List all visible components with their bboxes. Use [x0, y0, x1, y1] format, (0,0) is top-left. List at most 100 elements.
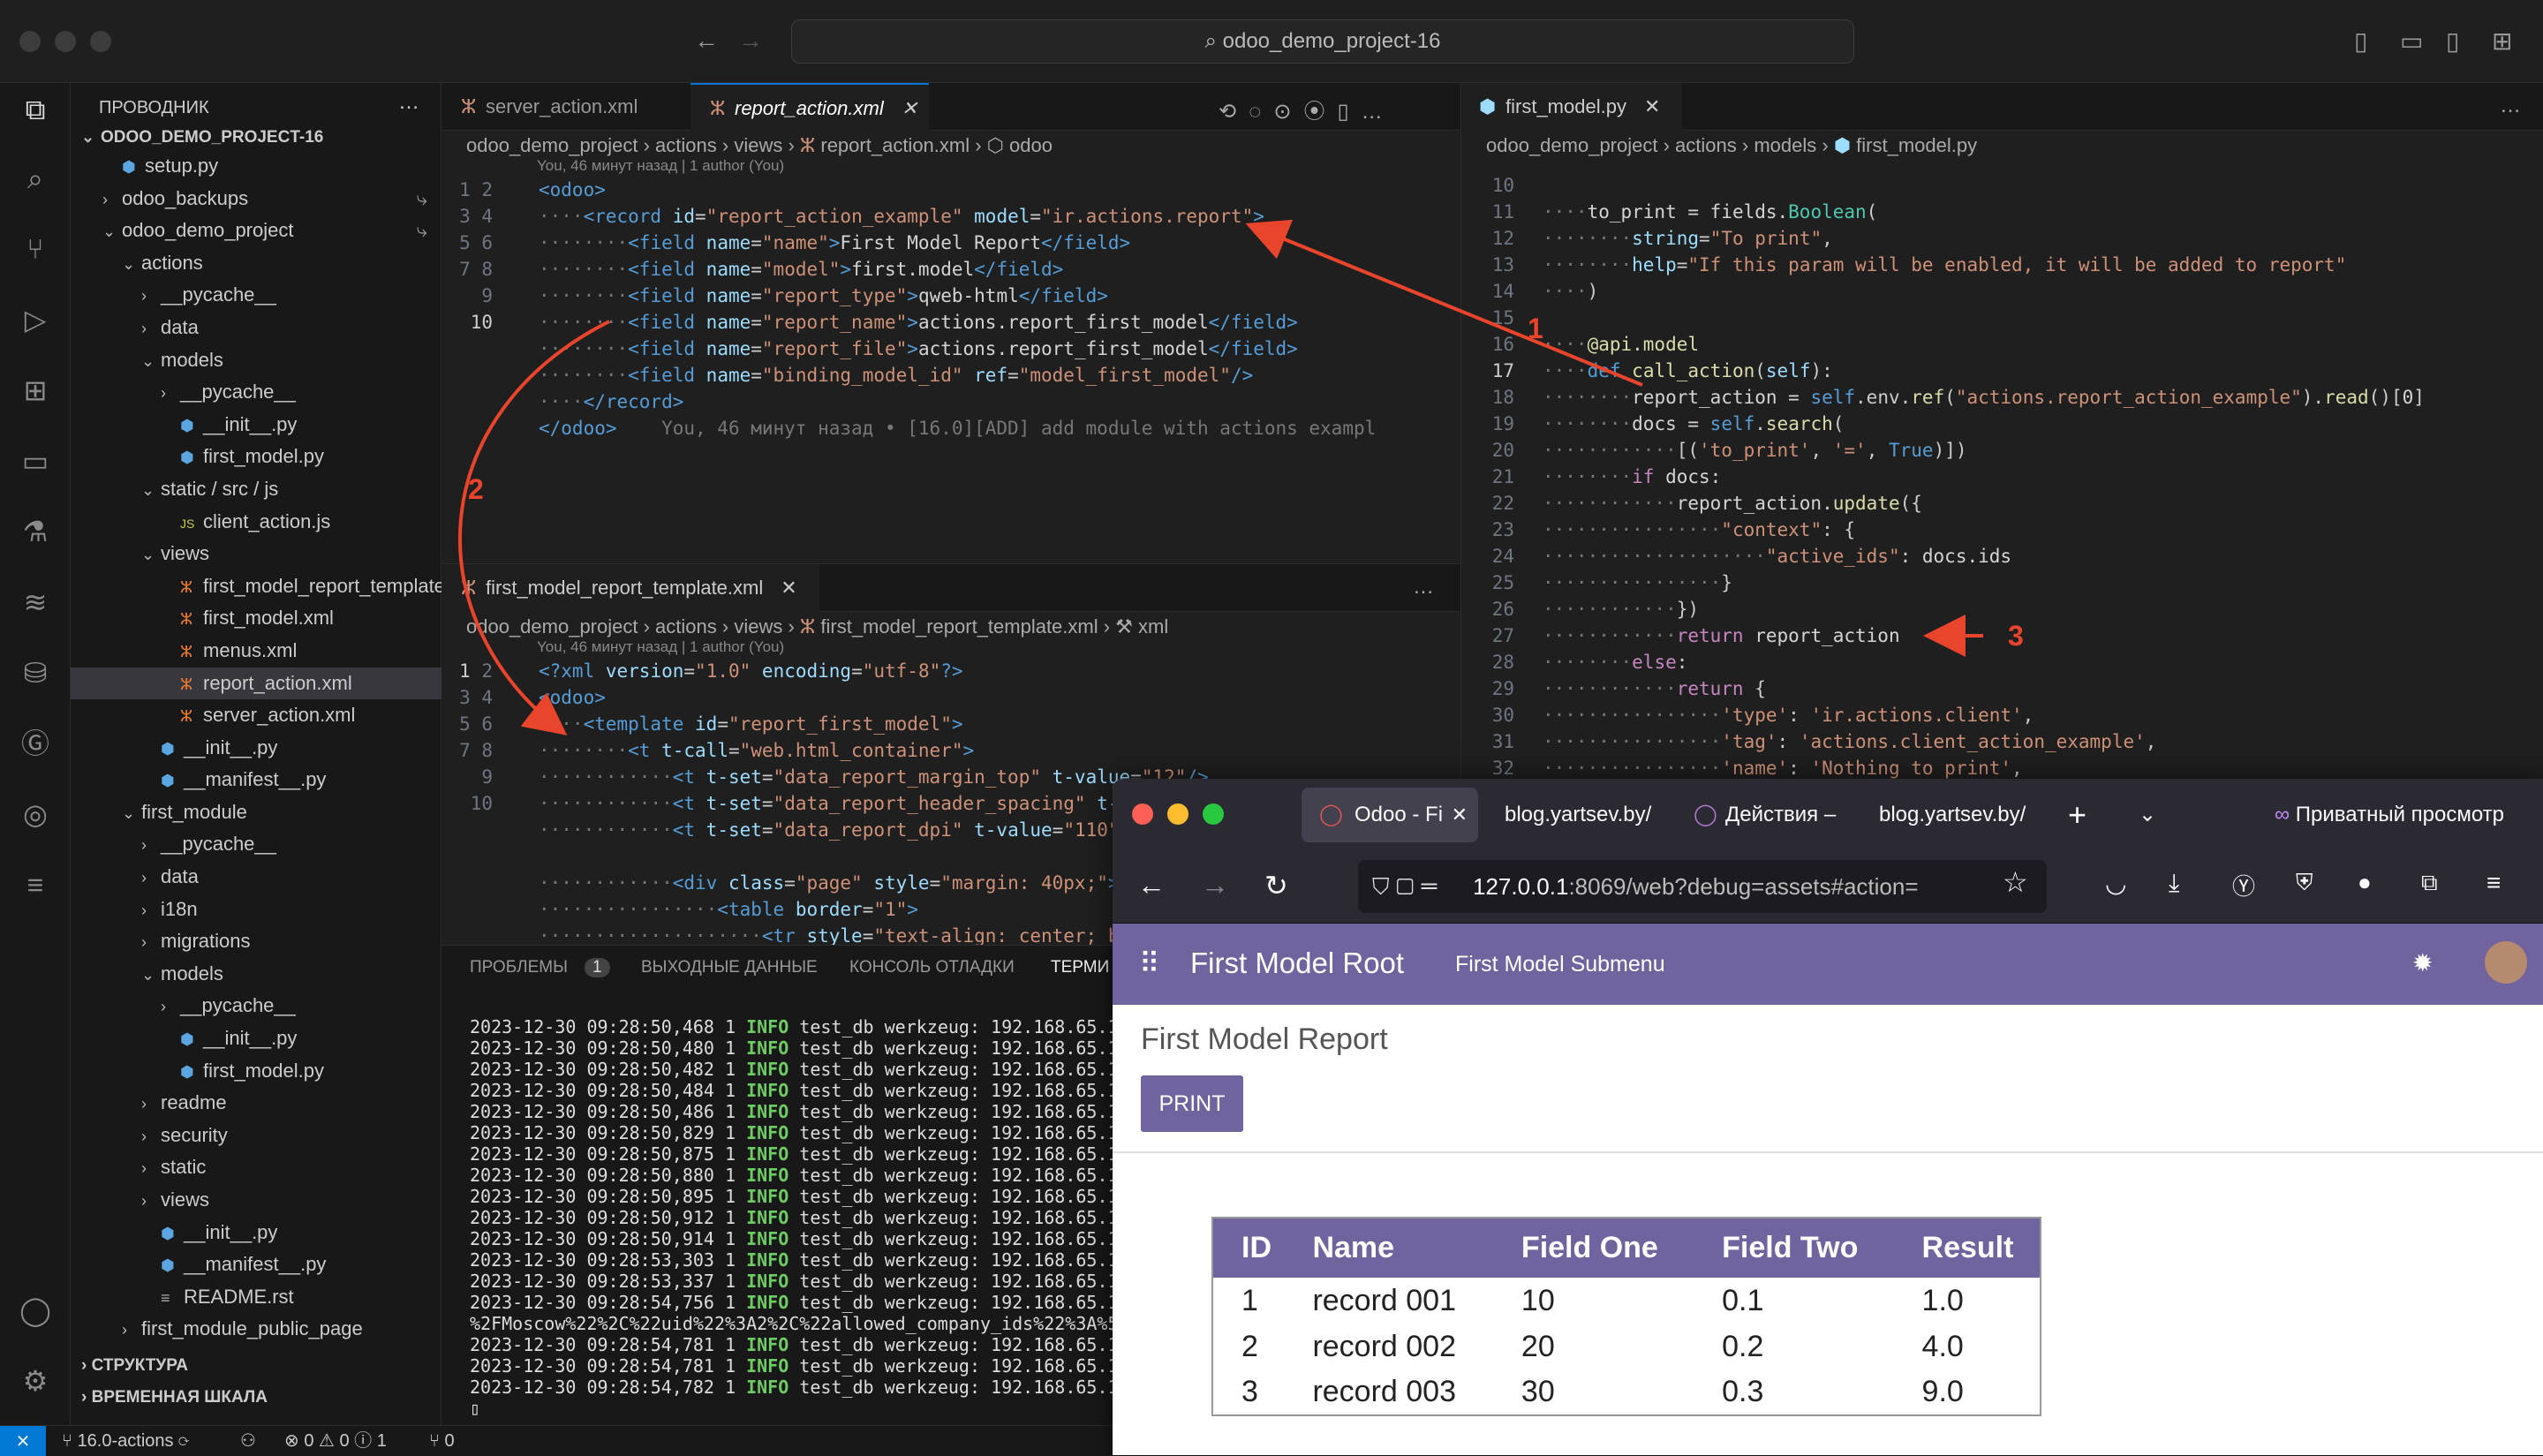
log-text: 2023-12-30 09:28:50,482 1 — [470, 1059, 747, 1080]
terminal-line: 2023-12-30 09:28:50,829 1 INFO test_db w… — [470, 1122, 1119, 1143]
debug-bug-icon[interactable]: ✹ — [2412, 948, 2433, 977]
browser-tab-label: Odoo - Fi — [1355, 803, 1444, 826]
table-row: 3 record 003 30 0.3 9.0 — [1212, 1369, 2041, 1415]
log-text: 2023-12-30 09:28:53,337 1 — [470, 1271, 747, 1292]
column-header: Name — [1284, 1218, 1493, 1278]
pocket-icon[interactable]: ◡ — [2105, 869, 2126, 898]
color-extension-icon[interactable]: ● — [2358, 869, 2372, 896]
table-cell: 0.1 — [1722, 1283, 1764, 1317]
terminal-cursor: ▯ — [470, 1398, 481, 1419]
table-row: 1 record 001 10 0.1 1.0 — [1212, 1278, 2041, 1324]
table-cell: record 003 — [1312, 1375, 1456, 1408]
log-text: 2023-12-30 09:28:50,486 1 — [470, 1101, 747, 1122]
page-title: First Model Report — [1141, 1022, 1388, 1056]
log-text: test_db werkzeug: 192.168.65.1 — [789, 1377, 1119, 1398]
print-button[interactable]: PRINT — [1141, 1075, 1243, 1132]
log-text: test_db werkzeug: 192.168.65.1 — [789, 1271, 1119, 1292]
log-level: INFO — [746, 1037, 789, 1059]
url-path: :8069/web?debug=assets#action= — [1568, 873, 1919, 900]
arrow-2 — [457, 320, 610, 736]
divider — [1113, 1151, 2543, 1153]
log-text: test_db werkzeug: 192.168.65.1 — [789, 1334, 1119, 1355]
browser-tab-odoo[interactable]: ◯ Odoo - Fi ✕ — [1302, 788, 1478, 842]
column-header: Field One — [1492, 1218, 1694, 1278]
list-tabs-icon[interactable]: ⌄ — [2139, 788, 2156, 842]
close-tab-icon[interactable]: ✕ — [1452, 788, 1468, 842]
log-text: test_db werkzeug: 192.168.65.1 — [789, 1122, 1119, 1143]
app-switcher-icon[interactable]: ⠿ — [1139, 947, 1159, 980]
browser-tab-actions[interactable]: ◯ Действия – — [1688, 788, 1856, 842]
log-text: 2023-12-30 09:28:50,914 1 — [470, 1228, 747, 1249]
annotation-1: 1 — [1528, 313, 1543, 344]
log-level: INFO — [746, 1355, 789, 1377]
bookmark-star-icon[interactable]: ☆ — [2003, 865, 2028, 899]
yandex-extension-icon[interactable]: Ⓨ — [2232, 869, 2255, 902]
table-cell: 10 — [1521, 1283, 1555, 1317]
terminal-line: 2023-12-30 09:28:54,781 1 INFO test_db w… — [470, 1355, 1119, 1377]
terminal-line: 2023-12-30 09:28:50,880 1 INFO test_db w… — [470, 1165, 1119, 1186]
browser-tab-bar: ◯ Odoo - Fi ✕ blog.yartsev.by/ ◯ Действия –… — [1113, 779, 2543, 849]
bottom-panel: ПРОБЛЕМЫ 1 ВЫХОДНЫЕ ДАННЫЕ КОНСОЛЬ ОТЛАД… — [441, 945, 1119, 1425]
close-window-button[interactable] — [1132, 803, 1153, 825]
log-text: test_db werkzeug: 192.168.65.1 — [789, 1101, 1119, 1122]
log-text: 2023-12-30 09:28:50,895 1 — [470, 1186, 747, 1207]
report-table-header: ID Name Field One Field Two Result — [1212, 1218, 2041, 1278]
menu-hamburger-icon[interactable]: ≡ — [2486, 869, 2501, 897]
tab-output[interactable]: ВЫХОДНЫЕ ДАННЫЕ — [641, 958, 818, 977]
log-level: INFO — [746, 1377, 789, 1398]
terminal-output[interactable]: 2023-12-30 09:28:50,468 1 INFO test_db w… — [470, 1016, 1119, 1419]
terminal-line: 2023-12-30 09:28:50,482 1 INFO test_db w… — [470, 1059, 1119, 1080]
table-cell: record 001 — [1312, 1283, 1456, 1317]
minimize-window-button[interactable] — [1167, 803, 1188, 825]
tab-terminal[interactable]: ТЕРМИ — [1051, 958, 1109, 977]
tab-debug-console[interactable]: КОНСОЛЬ ОТЛАДКИ — [849, 958, 1015, 977]
odoo-navbar: ⠿ First Model Root First Model Submenu ✹ — [1113, 924, 2543, 1005]
problems-indicator[interactable]: ⊗ 0 ⚠ 0 ⓘ 1 — [284, 1426, 387, 1456]
ports-indicator[interactable]: ⑂ 0 — [429, 1426, 455, 1456]
submenu-link[interactable]: First Model Submenu — [1455, 952, 1665, 977]
tab-problems[interactable]: ПРОБЛЕМЫ — [470, 958, 568, 977]
private-label: Приватный просмотр — [2295, 803, 2505, 826]
sync-icon[interactable]: ⚇ — [240, 1426, 256, 1456]
terminal-line: 2023-12-30 09:28:50,468 1 INFO test_db w… — [470, 1016, 1119, 1037]
log-text: test_db werkzeug: 192.168.65.1 — [789, 1228, 1119, 1249]
back-icon[interactable]: ← — [1137, 869, 1166, 902]
log-level: INFO — [746, 1271, 789, 1292]
reload-icon[interactable]: ↻ — [1264, 869, 1288, 902]
maximize-window-button[interactable] — [1203, 803, 1224, 825]
log-text: test_db werkzeug: 192.168.65.1 — [789, 1165, 1119, 1186]
log-level: INFO — [746, 1016, 789, 1037]
browser-tab-blog-2[interactable]: blog.yartsev.by/ — [1879, 788, 2029, 842]
ublock-icon[interactable]: ⛨ — [2296, 869, 2313, 897]
downloads-icon[interactable]: ⤓ — [2169, 869, 2179, 898]
browser-tab-blog-1[interactable]: blog.yartsev.by/ — [1505, 788, 1655, 842]
browser-tab-label: Действия – — [1725, 803, 1837, 826]
new-tab-button[interactable]: + — [2068, 788, 2086, 842]
url-host: 127.0.0.1 — [1473, 873, 1569, 900]
log-text: 2023-12-30 09:28:54,781 1 — [470, 1334, 747, 1355]
log-level: INFO — [746, 1143, 789, 1165]
log-level: INFO — [746, 1080, 789, 1101]
terminal-line: 2023-12-30 09:28:53,337 1 INFO test_db w… — [470, 1271, 1119, 1292]
remote-indicator-icon[interactable]: ⨯ — [0, 1426, 46, 1456]
log-text: test_db werkzeug: 192.168.65.1 — [789, 1037, 1119, 1059]
log-text: 2023-12-30 09:28:54,756 1 — [470, 1292, 747, 1313]
branch-indicator[interactable]: ⑂ 16.0-actions ⟳ — [62, 1426, 189, 1456]
url-bar[interactable]: ⛉ ▢ ⚌ 127.0.0.1:8069/web?debug=assets#act… — [1358, 860, 2047, 913]
app-name[interactable]: First Model Root — [1190, 947, 1404, 980]
log-text: test_db werkzeug: 192.168.65.1 — [789, 1143, 1119, 1165]
terminal-line: 2023-12-30 09:28:50,895 1 INFO test_db w… — [470, 1186, 1119, 1207]
log-level: INFO — [746, 1292, 789, 1313]
forward-icon[interactable]: → — [1201, 869, 1229, 902]
terminal-line: %2FMoscow%22%2C%22uid%22%3A2%2C%22allowe… — [470, 1313, 1119, 1334]
terminal-line: 2023-12-30 09:28:54,781 1 INFO test_db w… — [470, 1334, 1119, 1355]
log-level: INFO — [746, 1228, 789, 1249]
log-text: 2023-12-30 09:28:50,875 1 — [470, 1143, 747, 1165]
avatar[interactable] — [2485, 941, 2527, 984]
odoo-favicon-icon: ◯ — [1319, 803, 1343, 826]
log-text: test_db werkzeug: 192.168.65.1 — [789, 1207, 1119, 1228]
table-cell: 1.0 — [1921, 1283, 1964, 1317]
extensions-puzzle-icon[interactable]: ⧉ — [2421, 869, 2438, 897]
arrow-1 — [1245, 219, 1643, 387]
browser-window: ◯ Odoo - Fi ✕ blog.yartsev.by/ ◯ Действия –… — [1113, 779, 2543, 1455]
